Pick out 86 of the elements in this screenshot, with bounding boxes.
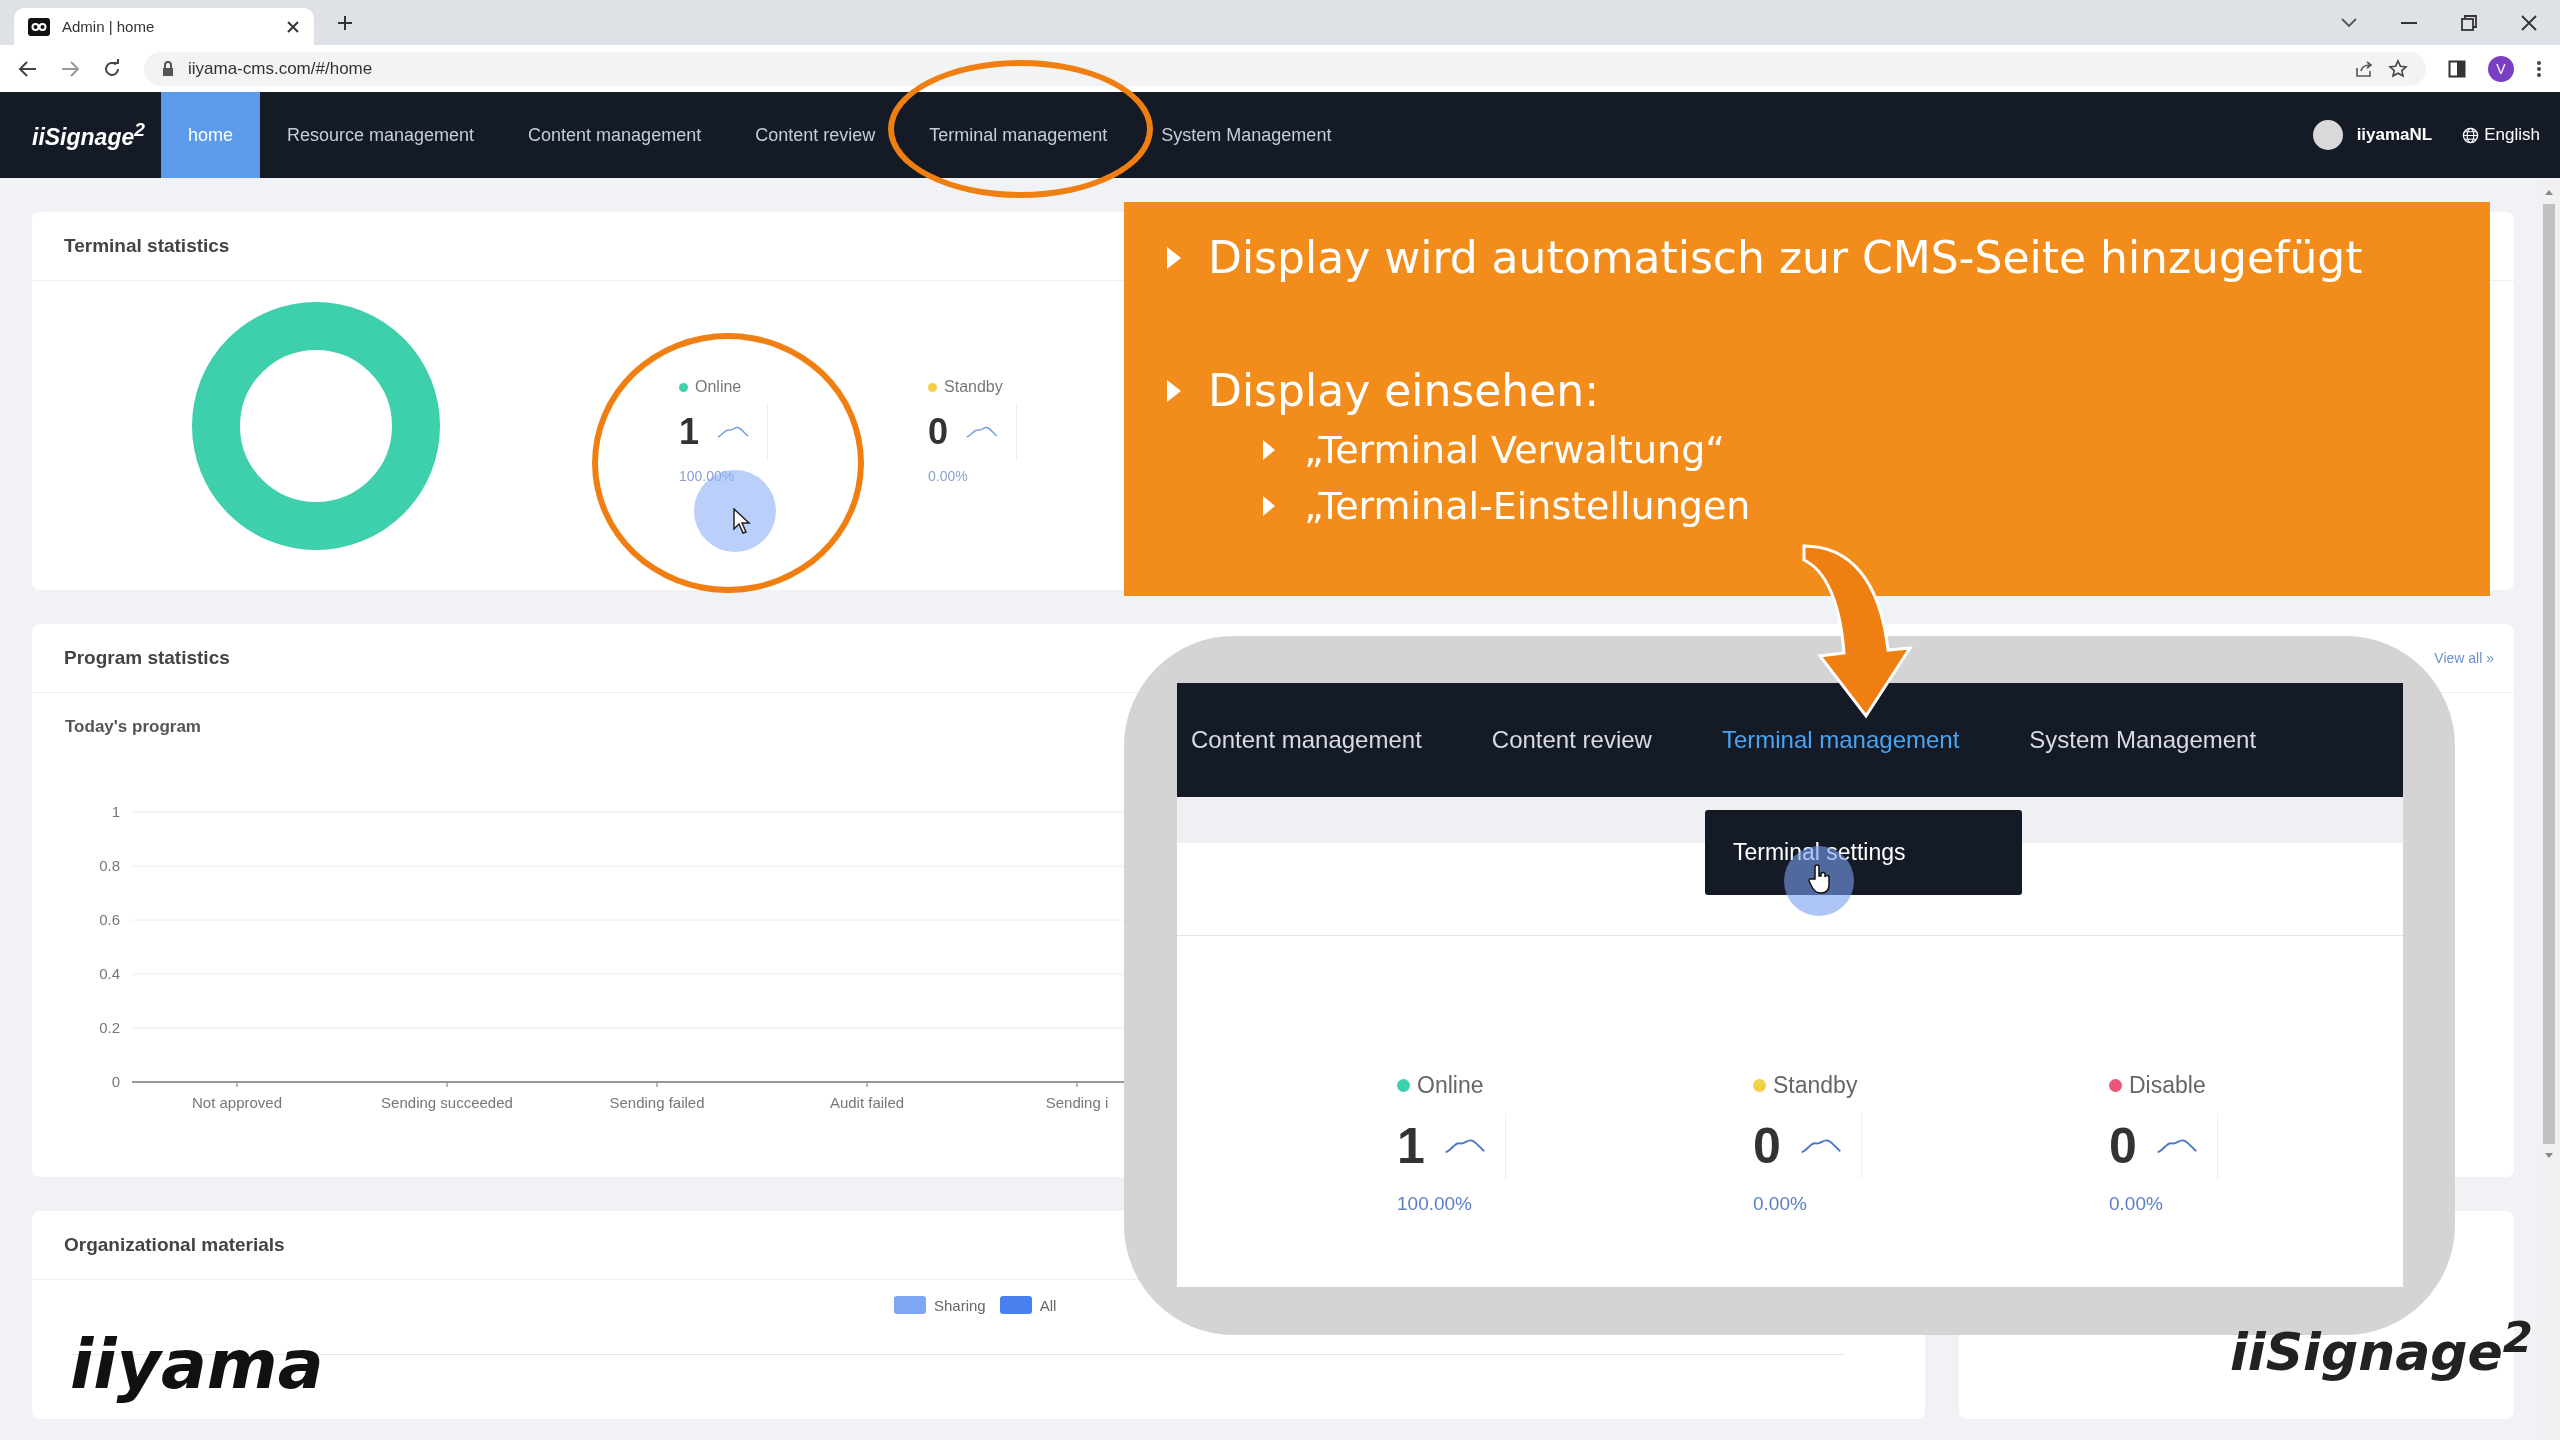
bullet-triangle-icon (1262, 495, 1276, 517)
status-count: 1 (1397, 1117, 1425, 1175)
forward-arrow-icon[interactable] (60, 59, 80, 78)
tab-title: Admin | home (62, 18, 156, 35)
restore-icon[interactable] (2460, 13, 2478, 32)
x-axis-label: Sending succeeded (381, 1094, 513, 1111)
nav-item[interactable]: Terminal management (1721, 726, 1960, 754)
callout-text: „Terminal-Einstellungen (1304, 484, 1751, 528)
y-axis-label: 0 (111, 1073, 120, 1090)
card-title: Program statistics (64, 647, 230, 669)
chart-title: Today's program (65, 717, 202, 737)
status-label: Disable (2129, 1072, 2206, 1099)
x-axis-label: Sending failed (609, 1094, 705, 1111)
status-label: Online (695, 378, 742, 396)
card-title: Organizational materials (64, 1234, 285, 1256)
status-percent: 100.00% (1397, 1193, 1473, 1215)
dropdown-menu-item[interactable]: Terminal settings (1705, 810, 2022, 895)
bullet-triangle-icon (1166, 378, 1182, 403)
user-name[interactable]: iiyamaNL (2356, 125, 2433, 145)
status-percent: 0.00% (928, 468, 969, 484)
callout-text: „Terminal Verwaltung“ (1304, 428, 1725, 472)
brand-logo: iiSignage$^{2}$ (31, 119, 146, 151)
card-title: Terminal statistics (64, 235, 230, 257)
bullet-triangle-icon (1166, 245, 1182, 270)
minimize-icon[interactable] (2400, 20, 2418, 25)
back-arrow-icon[interactable] (18, 59, 38, 78)
y-axis-label: 1 (111, 803, 120, 820)
bullet-triangle-icon (1262, 439, 1276, 461)
status-count: 0 (928, 411, 949, 453)
trend-line-icon (717, 425, 750, 439)
y-axis-label: 0.6 (99, 911, 120, 928)
trend-line-icon (2154, 1137, 2199, 1155)
url-text: iiyama-cms.com/#/home (188, 58, 373, 79)
language-selector[interactable]: English (2484, 125, 2540, 145)
y-axis-label: 0.4 (99, 965, 120, 982)
callout-text: Display wird automatisch zur CMS-Seite hinzugefügt (1208, 232, 2363, 283)
status-label: Standby (1773, 1072, 1858, 1099)
user-avatar[interactable] (2312, 120, 2343, 150)
nav-item[interactable]: System Management (1134, 92, 1359, 178)
trend-line-icon (1442, 1137, 1487, 1155)
status-percent: 0.00% (2109, 1193, 2164, 1215)
status-label: Online (1417, 1072, 1484, 1099)
x-axis-label: Not approved (191, 1094, 283, 1111)
trend-line-icon (966, 425, 999, 439)
nav-item[interactable]: Resource management (259, 92, 502, 178)
globe-icon[interactable] (2462, 126, 2480, 144)
brand-logo: iiyama (70, 1325, 324, 1404)
status-count: 0 (1753, 1117, 1781, 1175)
lock-icon (162, 60, 174, 77)
address-bar[interactable]: iiyama-cms.com/#/home (144, 51, 2426, 86)
callout-text: Display einsehen: (1208, 365, 1599, 416)
profile-avatar[interactable]: V (2488, 55, 2514, 82)
nav-item[interactable]: Content management (501, 92, 729, 178)
browser-tab[interactable]: Admin | home (14, 8, 314, 45)
x-axis-label: Audit failed (829, 1094, 905, 1111)
nav-item[interactable]: Content review (728, 92, 903, 178)
hand-cursor-icon (1808, 864, 1832, 894)
status-count: 1 (679, 411, 700, 453)
nav-item[interactable]: System Management (2029, 726, 2257, 754)
y-axis-label: 0.2 (99, 1019, 120, 1036)
infinity-logo-icon (28, 17, 50, 36)
nav-item[interactable]: Terminal management (902, 92, 1135, 178)
legend-label: All (1039, 1296, 1057, 1314)
y-axis-label: 0.8 (99, 857, 120, 874)
chevron-down-icon[interactable] (2340, 16, 2358, 29)
trend-line-icon (1798, 1137, 1843, 1155)
status-percent: 0.00% (1753, 1193, 1808, 1215)
scrollbar[interactable] (2538, 178, 2560, 1440)
scroll-down-arrow-icon[interactable] (2544, 1152, 2554, 1160)
nav-item[interactable]: Content management (1191, 726, 1422, 754)
share-icon[interactable] (2354, 59, 2374, 78)
legend-label: Sharing (934, 1296, 986, 1314)
more-vertical-icon[interactable] (2536, 59, 2542, 78)
scroll-up-arrow-icon[interactable] (2544, 188, 2554, 196)
nav-item[interactable]: Content review (1491, 726, 1652, 754)
status-label: Standby (944, 378, 1003, 396)
close-icon[interactable] (2520, 13, 2538, 32)
x-axis-label: Sending i (1045, 1094, 1109, 1111)
star-icon[interactable] (2388, 58, 2408, 79)
close-icon[interactable] (286, 19, 300, 34)
plus-icon[interactable] (336, 13, 354, 32)
side-panel-icon[interactable] (2448, 59, 2466, 78)
brand-logo: iiSignage$^{2}$ (2230, 1312, 2533, 1383)
pointer-cursor-icon (733, 508, 751, 534)
reload-icon[interactable] (102, 58, 122, 79)
status-count: 0 (2109, 1117, 2137, 1175)
